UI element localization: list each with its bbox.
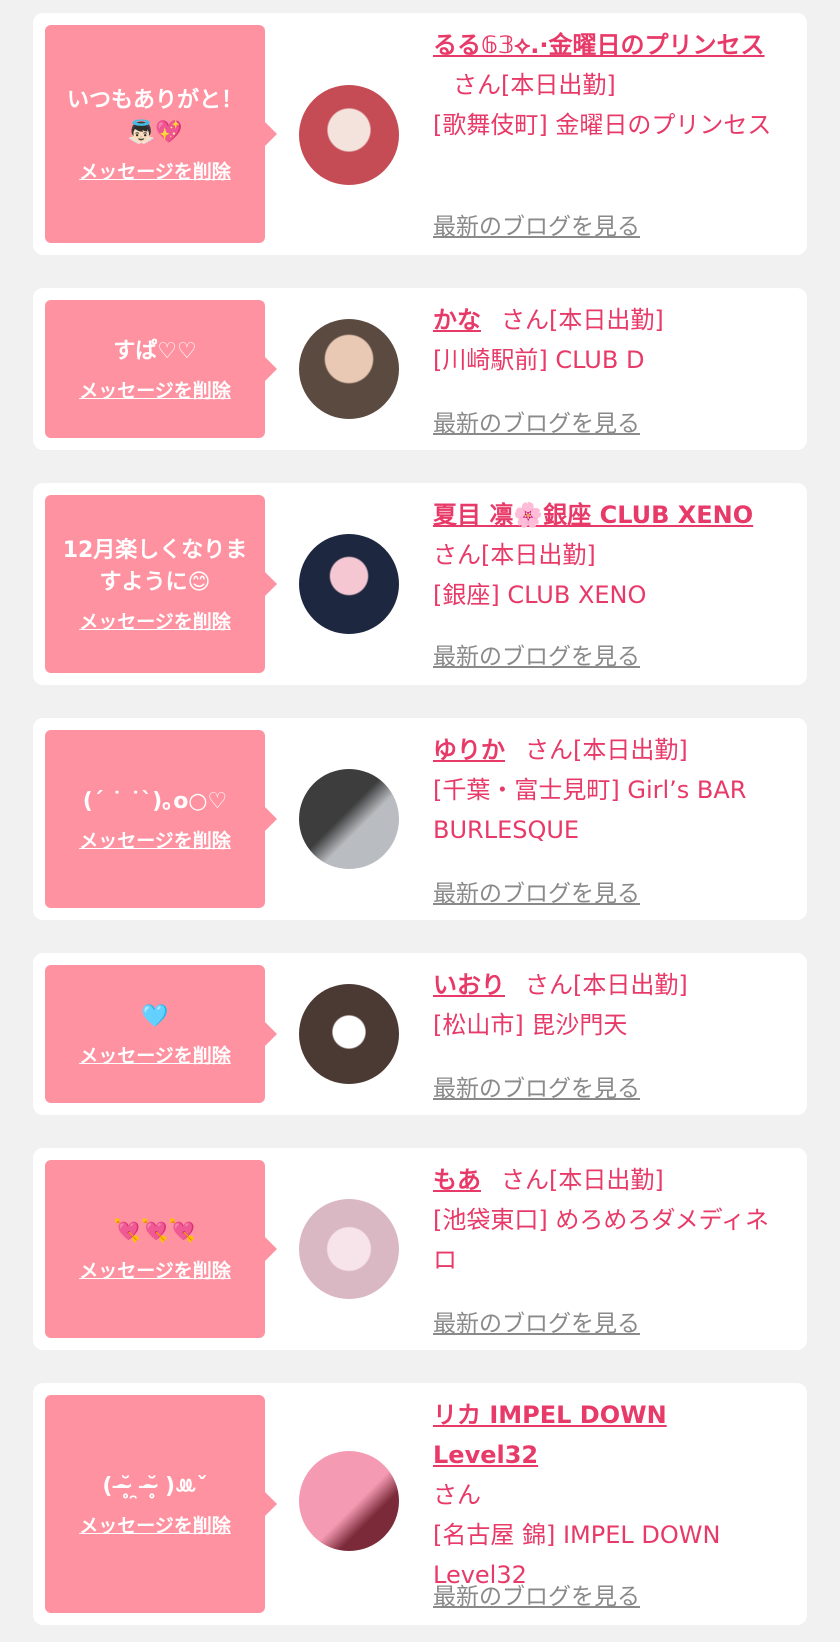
cast-name-link[interactable]: ゆりか — [433, 736, 505, 764]
cast-suffix: さん[本日出勤] — [525, 971, 688, 999]
avatar[interactable] — [299, 319, 399, 419]
delete-message-link[interactable]: メッセージを削除 — [79, 1256, 231, 1283]
cast-info: リカ IMPEL DOWN Level32 さん [名古屋 錦] IMPEL D… — [433, 1395, 773, 1595]
message-text: 💘💘💘 — [113, 1218, 197, 1244]
avatar[interactable] — [299, 534, 399, 634]
message-bubble: いつもありがと！ 👼🏻💖 メッセージを削除 — [45, 25, 277, 243]
message-text: 12月楽しくなりますように😊 — [62, 537, 248, 595]
message-text: ( ˘̴̶̥ ̯ ˘̴̶̥ )ꔛˇ — [102, 1473, 208, 1499]
latest-blog-link[interactable]: 最新のブログを見る — [433, 1069, 640, 1103]
avatar[interactable] — [299, 984, 399, 1084]
delete-message-link[interactable]: メッセージを削除 — [79, 1041, 231, 1068]
list-item: 💘💘💘 メッセージを削除 もあ さん[本日出勤] [池袋東口] めろめろダメディネ… — [33, 1148, 807, 1350]
cast-suffix: さん[本日出勤] — [525, 736, 688, 764]
latest-blog-link[interactable]: 最新のブログを見る — [433, 874, 640, 908]
latest-blog-link[interactable]: 最新のブログを見る — [433, 637, 640, 671]
cast-info: もあ さん[本日出勤] [池袋東口] めろめろダメディネロ — [433, 1160, 773, 1280]
message-bubble: ( ˘̴̶̥ ̯ ˘̴̶̥ )ꔛˇ メッセージを削除 — [45, 1395, 277, 1613]
list-item: すぱ♡♡ メッセージを削除 かな さん[本日出勤] [川崎駅前] CLUB D 最… — [33, 288, 807, 450]
cast-suffix: さん[本日出勤] — [501, 306, 664, 334]
latest-blog-link[interactable]: 最新のブログを見る — [433, 404, 640, 438]
cast-location: [松山市] 毘沙門天 — [433, 1011, 628, 1039]
cast-location: [川崎駅前] CLUB D — [433, 346, 645, 374]
message-text: いつもありがと！ 👼🏻💖 — [66, 87, 243, 145]
cast-name-link[interactable]: 夏目 凛🌸銀座 CLUB XENO — [433, 501, 753, 529]
cast-suffix: さん[本日出勤] — [501, 1166, 664, 1194]
avatar[interactable] — [299, 1199, 399, 1299]
cast-name-link[interactable]: もあ — [433, 1166, 481, 1194]
cast-suffix: さん — [433, 1481, 481, 1509]
delete-message-link[interactable]: メッセージを削除 — [79, 376, 231, 403]
avatar[interactable] — [299, 1451, 399, 1551]
cast-info: いおり さん[本日出勤] [松山市] 毘沙門天 — [433, 965, 773, 1045]
message-bubble: 12月楽しくなりますように😊 メッセージを削除 — [45, 495, 277, 673]
list-item: 🩵 メッセージを削除 いおり さん[本日出勤] [松山市] 毘沙門天 最新のブログ… — [33, 953, 807, 1115]
list-item: 12月楽しくなりますように😊 メッセージを削除 夏目 凛🌸銀座 CLUB XEN… — [33, 483, 807, 685]
latest-blog-link[interactable]: 最新のブログを見る — [433, 1577, 640, 1611]
cast-location: [歌舞伎町] 金曜日のプリンセス — [433, 111, 772, 139]
avatar[interactable] — [299, 769, 399, 869]
cast-info: ゆりか さん[本日出勤] [千葉・富士見町] Girl’s BAR BURLESQ… — [433, 730, 773, 850]
delete-message-link[interactable]: メッセージを削除 — [79, 826, 231, 853]
delete-message-link[interactable]: メッセージを削除 — [79, 607, 231, 634]
message-bubble: 🩵 メッセージを削除 — [45, 965, 277, 1103]
delete-message-link[interactable]: メッセージを削除 — [79, 1511, 231, 1538]
cast-suffix: さん[本日出勤] — [453, 71, 616, 99]
cast-name-link[interactable]: かな — [433, 306, 481, 334]
cast-location: [千葉・富士見町] Girl’s BAR BURLESQUE — [433, 776, 747, 844]
cast-location: [池袋東口] めろめろダメディネロ — [433, 1206, 769, 1274]
cast-suffix: さん[本日出勤] — [433, 541, 596, 569]
cast-info: るる𝟞𝟛⟡.·金曜日のプリンセスさん[本日出勤] [歌舞伎町] 金曜日のプリンセ… — [433, 25, 773, 145]
list-item: (ˊ ˙ ˙ˋ)｡o○♡ メッセージを削除 ゆりか さん[本日出勤] [千葉・富士… — [33, 718, 807, 920]
cast-info: かな さん[本日出勤] [川崎駅前] CLUB D — [433, 300, 773, 380]
latest-blog-link[interactable]: 最新のブログを見る — [433, 207, 640, 241]
cast-name-link[interactable]: リカ IMPEL DOWN Level32 — [433, 1401, 667, 1469]
list-item: ( ˘̴̶̥ ̯ ˘̴̶̥ )ꔛˇ メッセージを削除 リカ IMPEL DOWN… — [33, 1383, 807, 1625]
message-bubble: (ˊ ˙ ˙ˋ)｡o○♡ メッセージを削除 — [45, 730, 277, 908]
list-item: いつもありがと！ 👼🏻💖 メッセージを削除 るる𝟞𝟛⟡.·金曜日のプリンセスさん… — [33, 13, 807, 255]
message-bubble: 💘💘💘 メッセージを削除 — [45, 1160, 277, 1338]
delete-message-link[interactable]: メッセージを削除 — [79, 157, 231, 184]
cast-name-link[interactable]: るる𝟞𝟛⟡.·金曜日のプリンセス — [433, 31, 765, 59]
cast-info: 夏目 凛🌸銀座 CLUB XENO さん[本日出勤] [銀座] CLUB XEN… — [433, 495, 773, 615]
message-bubble: すぱ♡♡ メッセージを削除 — [45, 300, 277, 438]
cast-location: [銀座] CLUB XENO — [433, 581, 647, 609]
cast-name-link[interactable]: いおり — [433, 971, 505, 999]
latest-blog-link[interactable]: 最新のブログを見る — [433, 1304, 640, 1338]
message-text: すぱ♡♡ — [113, 338, 197, 364]
message-text: 🩵 — [141, 1003, 169, 1029]
avatar[interactable] — [299, 85, 399, 185]
message-text: (ˊ ˙ ˙ˋ)｡o○♡ — [82, 788, 228, 814]
